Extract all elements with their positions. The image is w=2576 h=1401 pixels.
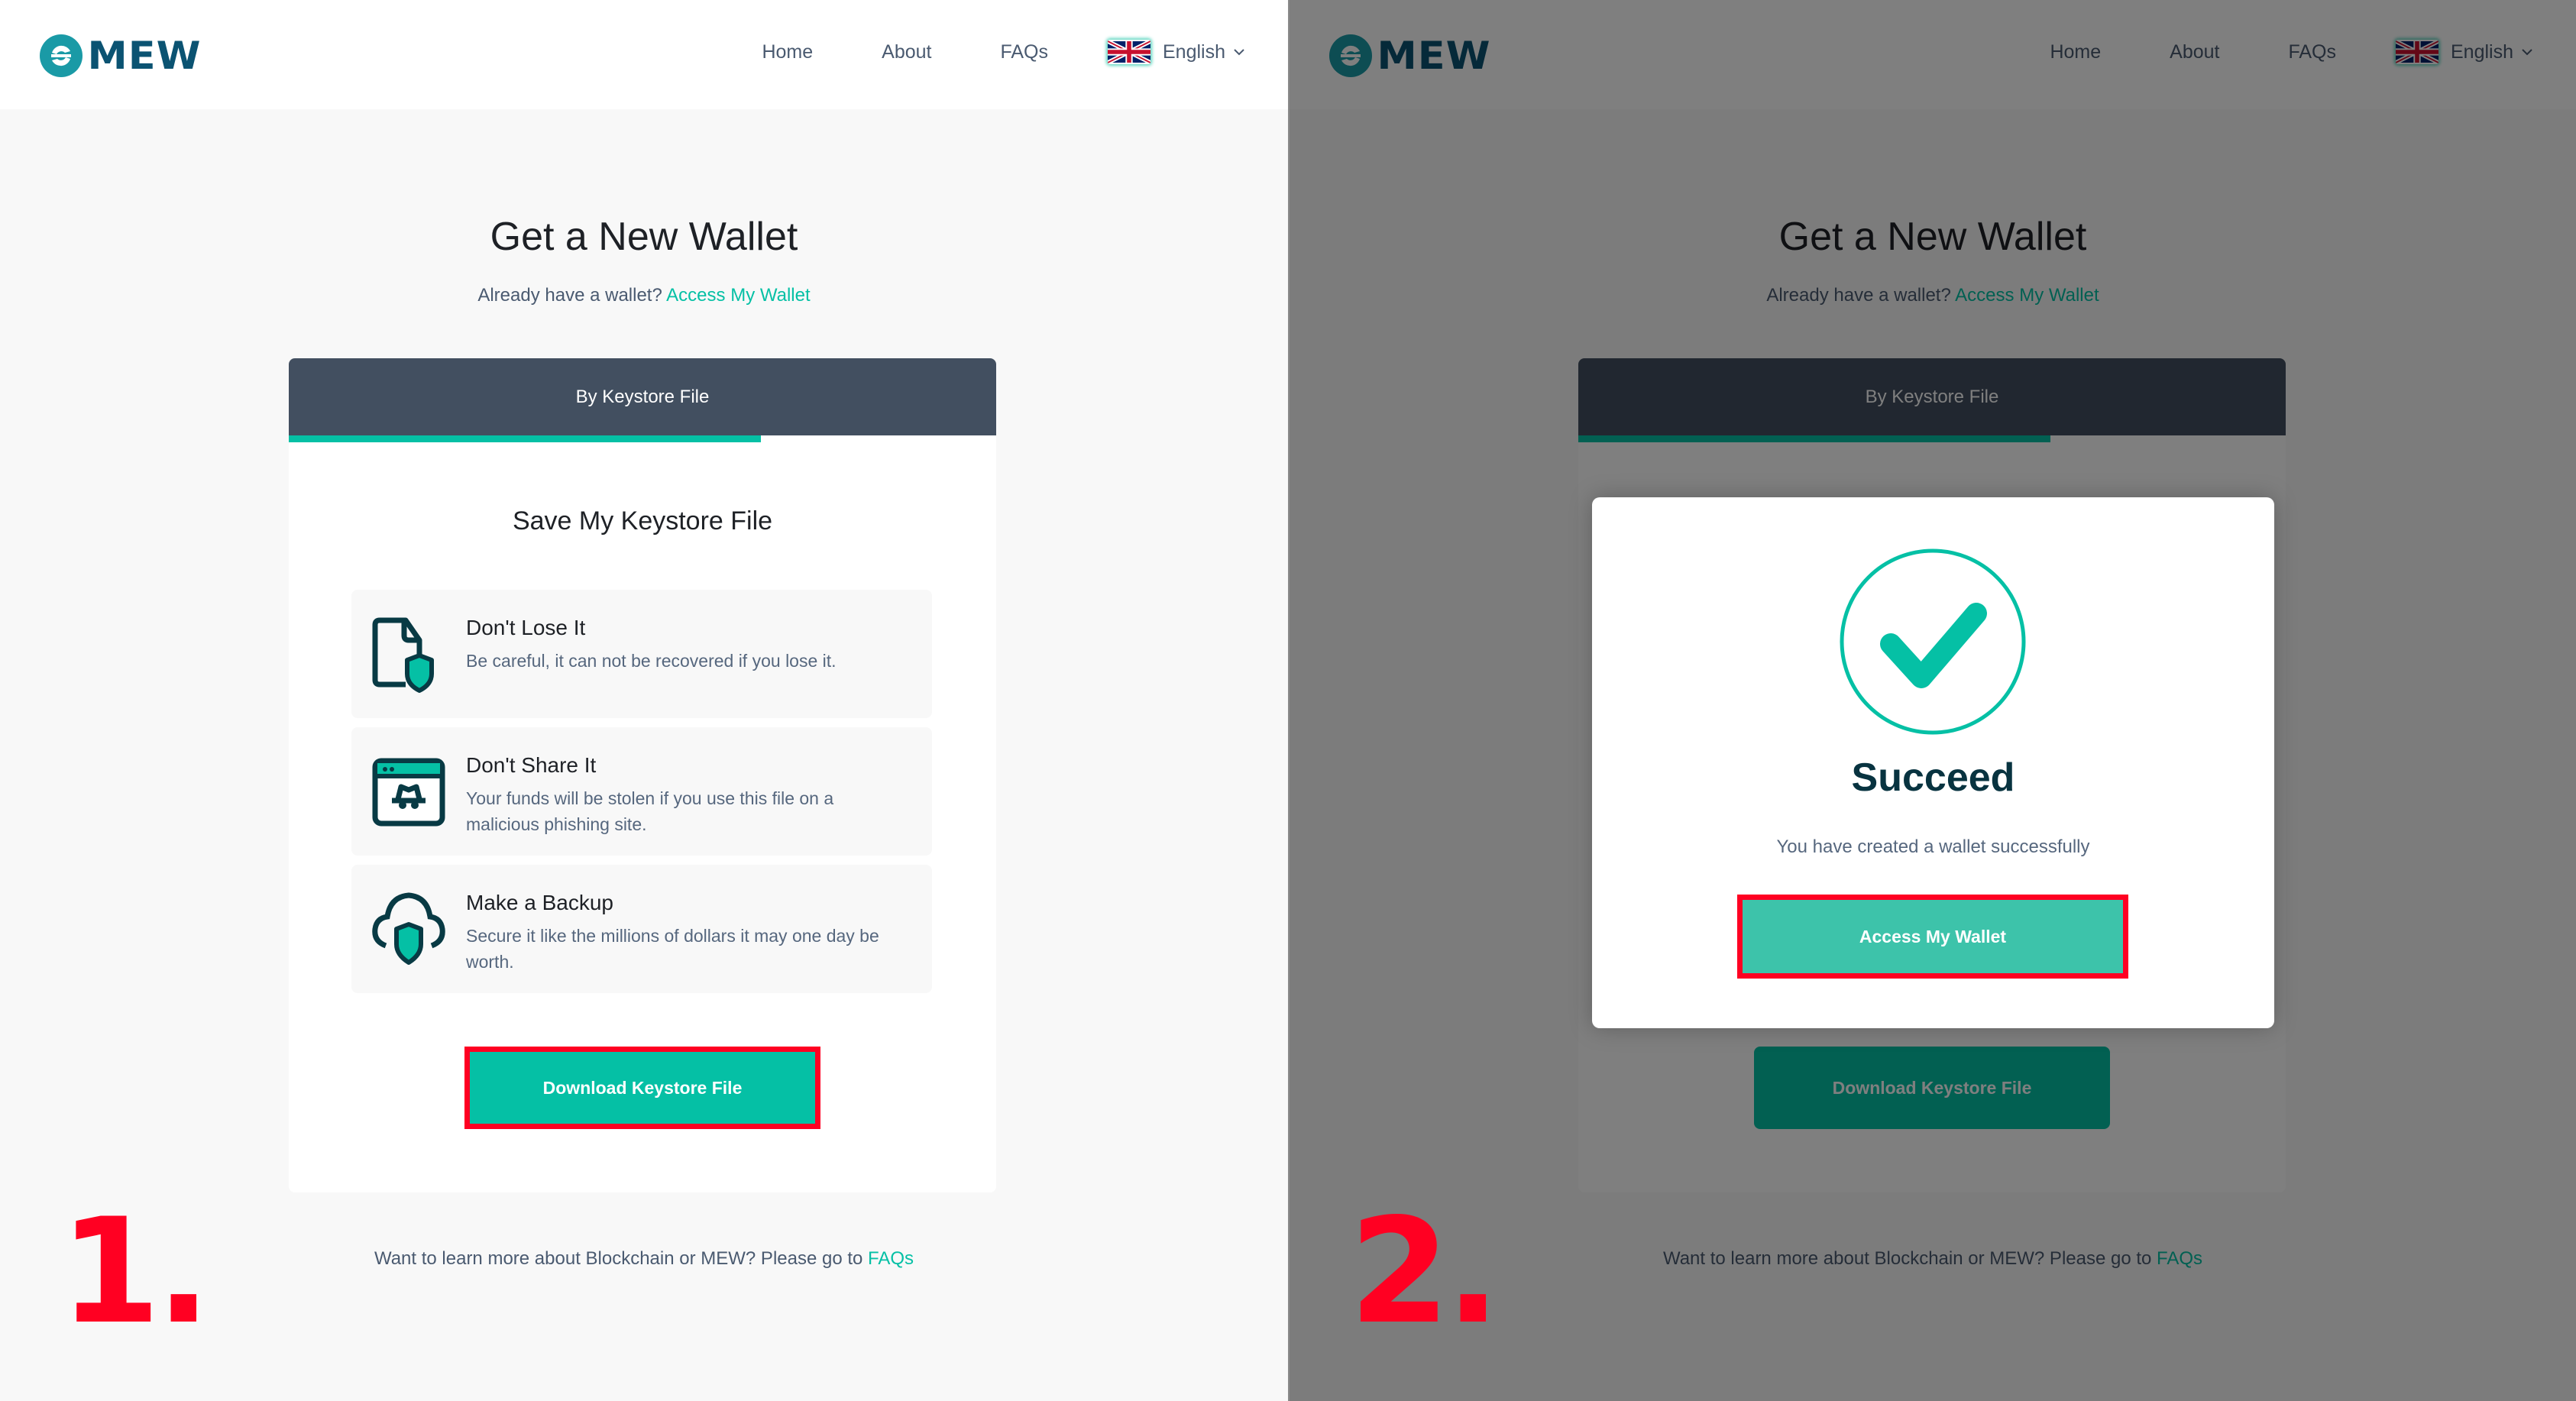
access-my-wallet-button[interactable]: Access My Wallet xyxy=(1742,899,2124,974)
checkmark-circle-icon xyxy=(1840,548,2026,735)
uk-flag-icon xyxy=(1108,40,1150,64)
language-label: English xyxy=(1163,40,1225,63)
warning-list: Don't Lose It Be careful, it can not be … xyxy=(351,590,932,1002)
step-2-panel: MEW Home About FAQs English Get a New Wa… xyxy=(1288,0,2576,1401)
logo-text: MEW xyxy=(87,34,202,78)
chevron-down-icon xyxy=(1234,49,1244,56)
list-item: Don't Share It Your funds will be stolen… xyxy=(351,727,932,856)
item-desc: Be careful, it can not be recovered if y… xyxy=(466,651,837,671)
footer-prefix: Want to learn more about Blockchain or M… xyxy=(374,1248,863,1269)
modal-message: You have created a wallet successfully xyxy=(1776,836,2090,857)
file-shield-icon xyxy=(372,617,434,693)
item-desc: Your funds will be stolen if you use thi… xyxy=(466,788,834,834)
item-desc: Secure it like the millions of dollars i… xyxy=(466,926,879,972)
footer-faqs-link[interactable]: FAQs xyxy=(868,1248,914,1269)
step-progress-fill xyxy=(289,435,761,442)
page-title: Get a New Wallet xyxy=(490,215,798,259)
main-nav: Home About FAQs English xyxy=(762,40,1245,64)
nav-about[interactable]: About xyxy=(882,41,931,63)
step-progress-bar xyxy=(289,435,996,442)
item-title: Don't Share It xyxy=(466,753,597,777)
list-item: Don't Lose It Be careful, it can not be … xyxy=(351,590,932,718)
access-wallet-link[interactable]: Access My Wallet xyxy=(666,285,810,306)
language-selector[interactable]: English xyxy=(1108,40,1245,64)
list-item: Make a Backup Secure it like the million… xyxy=(351,865,932,993)
mew-logo[interactable]: MEW xyxy=(40,34,202,78)
create-wallet-card: By Keystore File Save My Keystore File D… xyxy=(289,358,996,1192)
top-header: MEW Home About FAQs English xyxy=(0,0,1288,109)
modal-title: Succeed xyxy=(1851,756,2015,800)
page-subtitle: Already have a wallet? Access My Wallet xyxy=(0,285,1288,306)
cloud-shield-icon xyxy=(372,892,445,965)
nav-faqs[interactable]: FAQs xyxy=(1000,41,1048,63)
phishing-browser-icon xyxy=(372,758,445,827)
success-modal: Succeed You have created a wallet succes… xyxy=(1592,497,2274,1028)
subtitle-text: Already have a wallet? xyxy=(477,285,662,306)
download-keystore-button[interactable]: Download Keystore File xyxy=(464,1047,820,1129)
step-1-panel: MEW Home About FAQs English Get a New Wa… xyxy=(0,0,1288,1401)
step-label: 1. xyxy=(60,1187,211,1356)
mew-logo-icon xyxy=(40,34,83,77)
step-label: 2. xyxy=(1349,1187,1500,1356)
tab-keystore-file[interactable]: By Keystore File xyxy=(289,358,996,435)
card-heading: Save My Keystore File xyxy=(512,506,773,535)
nav-home[interactable]: Home xyxy=(762,41,813,63)
item-title: Don't Lose It xyxy=(466,616,586,639)
item-title: Make a Backup xyxy=(466,891,613,914)
